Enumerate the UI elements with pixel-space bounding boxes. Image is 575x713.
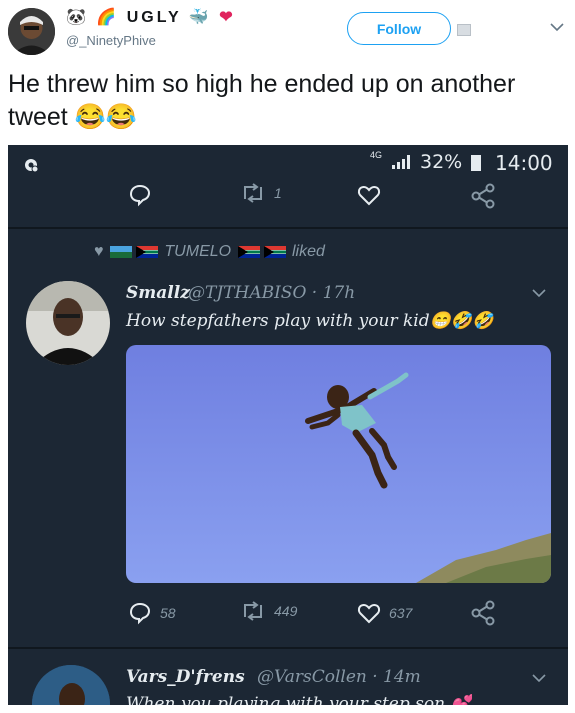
battery-icon [471, 155, 481, 171]
inner-avatar[interactable] [26, 281, 110, 365]
retweet-count: 449 [274, 603, 298, 619]
panda-icon: 🐼 [66, 9, 89, 26]
divider [8, 647, 568, 649]
reply-icon [129, 602, 151, 625]
inner-author-name[interactable]: Smallz [126, 283, 190, 303]
network-indicator: 4G [370, 150, 383, 160]
next-author-handle[interactable]: @VarsCollen · 14m [257, 667, 421, 687]
divider [8, 227, 568, 229]
inner-like-action[interactable]: 637 [357, 601, 412, 625]
retweet-count: 1 [274, 185, 282, 201]
next-avatar[interactable] [32, 665, 110, 705]
signal-icon [392, 155, 410, 169]
reply-count: 58 [160, 605, 176, 621]
chevron-down-icon[interactable] [532, 288, 546, 298]
embedded-screenshot: 4G 32% 14:00 1 ♥ TUMELO liked Smallz @TJ… [8, 145, 568, 705]
south-africa-flag-icon [135, 245, 158, 258]
retweet-icon [244, 601, 262, 621]
next-author-name[interactable]: Vars_D'frens [126, 667, 245, 687]
chevron-down-icon[interactable] [550, 22, 564, 32]
rainbow-icon: 🌈 [96, 9, 120, 26]
inner-reply-action[interactable]: 58 [128, 601, 176, 625]
liker-name[interactable]: TUMELO [164, 243, 231, 260]
south-africa-flag-icon [237, 245, 260, 258]
like-icon[interactable] [357, 183, 381, 207]
display-name[interactable]: 🐼 🌈 UGLY 🐳 ❤ [66, 7, 236, 27]
tweet-header: 🐼 🌈 UGLY 🐳 ❤ @_NinetyPhive Follow [0, 0, 575, 62]
share-icon[interactable] [470, 600, 496, 626]
retweet-action[interactable]: 1 [240, 183, 282, 203]
share-icon[interactable] [470, 183, 496, 209]
status-bar: 4G 32% 14:00 [8, 145, 568, 181]
settings-icon [25, 159, 39, 173]
heart-icon: ❤ [219, 9, 236, 26]
chevron-down-icon[interactable] [532, 673, 546, 683]
tweet-photo[interactable] [126, 345, 551, 583]
liked-label: liked [291, 243, 325, 260]
battery-level: 32% [420, 151, 463, 173]
whale-icon: 🐳 [188, 9, 212, 26]
inner-author-handle[interactable]: @TJTHABISO · 17h [188, 283, 355, 303]
inner-retweet-action[interactable]: 449 [240, 601, 297, 621]
avatar[interactable] [8, 8, 55, 55]
inner-tweet-text: How stepfathers play with your kid😁🤣🤣 [126, 311, 494, 331]
retweet-icon [244, 183, 262, 203]
clock: 14:00 [495, 151, 553, 175]
flag-icon [109, 245, 132, 258]
heart-small-icon: ♥ [94, 243, 104, 260]
follow-button[interactable]: Follow [347, 12, 451, 45]
like-icon [357, 604, 381, 624]
username[interactable]: @_NinetyPhive [66, 33, 156, 48]
tweet-text: He threw him so high he ended up on anot… [8, 70, 516, 131]
next-tweet-text: When you playing with your step son 💕 [126, 694, 472, 705]
like-count: 637 [389, 605, 413, 621]
south-africa-flag-icon [263, 245, 286, 258]
liked-by-line: ♥ TUMELO liked [94, 243, 325, 261]
card-icon [457, 24, 471, 36]
reply-icon[interactable] [128, 183, 152, 207]
